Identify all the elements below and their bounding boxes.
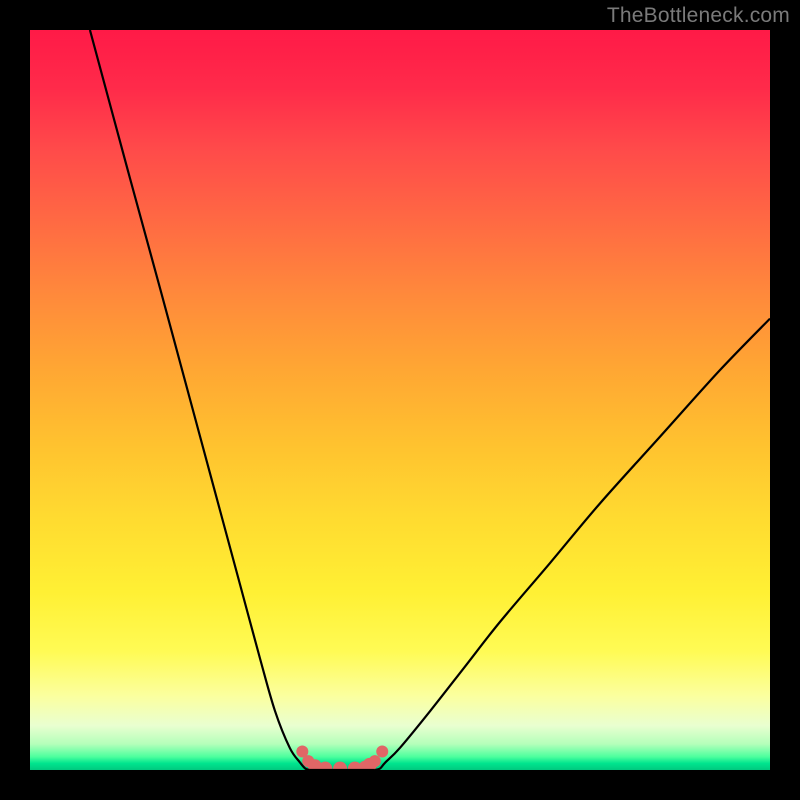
curve-layer bbox=[30, 30, 770, 770]
valley-markers bbox=[296, 746, 388, 771]
right-curve bbox=[375, 319, 770, 770]
valley-marker bbox=[376, 746, 388, 758]
chart-frame: TheBottleneck.com bbox=[0, 0, 800, 800]
valley-marker bbox=[369, 755, 381, 767]
valley-marker bbox=[333, 762, 347, 770]
watermark-text: TheBottleneck.com bbox=[607, 4, 790, 28]
plot-area bbox=[30, 30, 770, 770]
left-curve bbox=[90, 30, 310, 770]
